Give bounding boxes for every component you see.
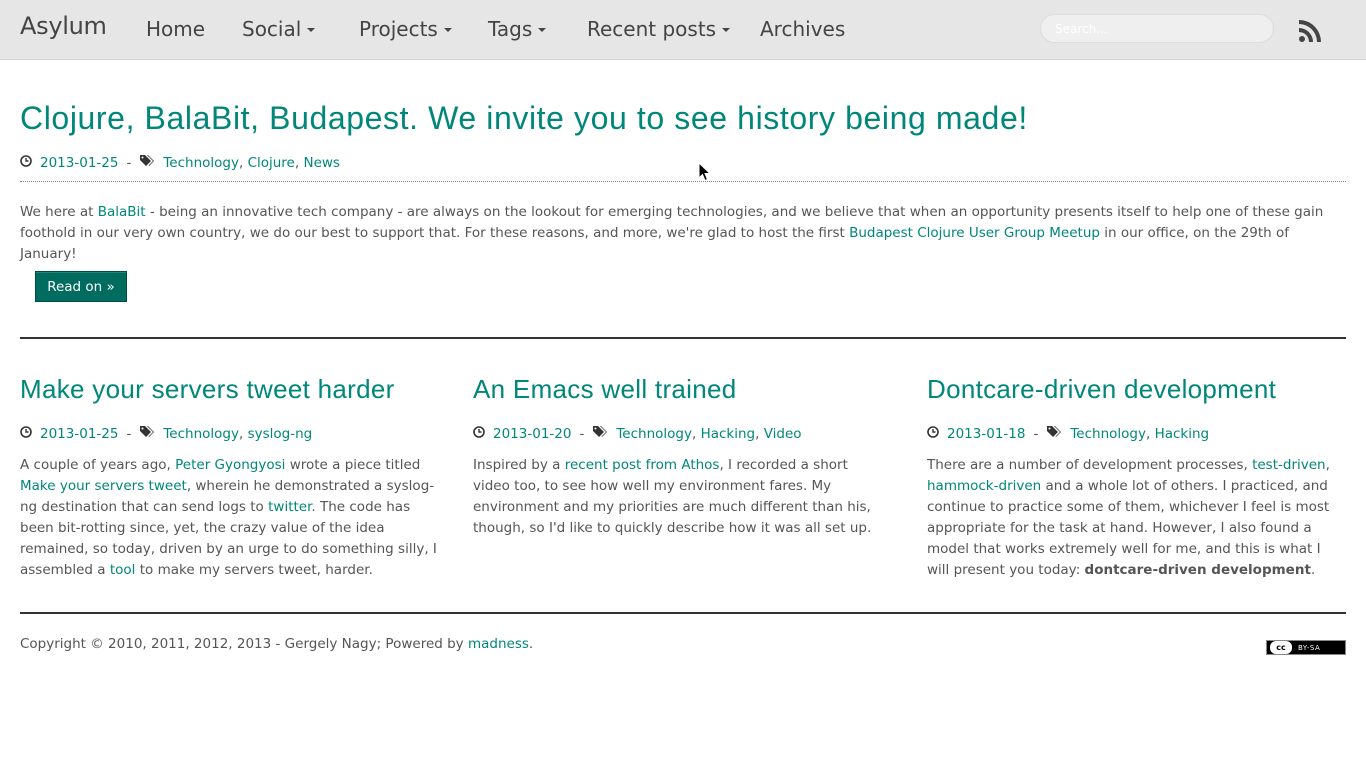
clock-icon [20, 425, 32, 442]
nav-social[interactable]: Social [242, 17, 316, 41]
clock-icon [927, 425, 939, 442]
post-meta: 2013-01-20 - Technology, Hacking, Video [473, 425, 802, 442]
nav-tags[interactable]: Tags [488, 17, 547, 41]
featured-post-meta: 2013-01-25 - Technology, Clojure, News [20, 154, 340, 171]
test-driven-link[interactable]: test-driven [1252, 457, 1326, 473]
brand-link[interactable]: Asylum [20, 12, 107, 40]
mouse-cursor-icon [698, 162, 712, 182]
footer-divider [20, 612, 1346, 614]
nav-recent-posts-label: Recent posts [587, 17, 717, 41]
rss-icon[interactable] [1298, 19, 1322, 43]
post-excerpt: A couple of years ago, Peter Gyongyosi w… [20, 457, 437, 578]
athos-post-link[interactable]: recent post from Athos [565, 457, 720, 473]
emphasis-text: dontcare-driven development [1084, 562, 1311, 578]
cc-license-text: BY-SA [1298, 643, 1321, 652]
tags-icon [139, 154, 155, 171]
post-date-link[interactable]: 2013-01-18 [947, 426, 1025, 442]
tags-icon [139, 425, 155, 442]
post-excerpt: There are a number of development proces… [927, 457, 1330, 578]
tag-link[interactable]: Clojure [248, 155, 295, 171]
post-excerpt: Inspired by a recent post from Athos, I … [473, 457, 872, 536]
tag-link[interactable]: Hacking [1155, 426, 1210, 442]
tags-icon [1046, 425, 1062, 442]
post-title[interactable]: An Emacs well trained [473, 374, 737, 405]
nav-tags-label: Tags [488, 17, 533, 41]
meta-divider [20, 181, 1346, 182]
section-divider [20, 337, 1346, 339]
post-date-link[interactable]: 2013-01-25 [40, 426, 118, 442]
hammock-driven-link[interactable]: hammock-driven [927, 478, 1041, 494]
nav-projects[interactable]: Projects [359, 17, 452, 41]
tag-link[interactable]: News [303, 155, 339, 171]
top-navbar: Asylum Home Social Projects Tags Recent … [0, 0, 1366, 60]
nav-home[interactable]: Home [146, 17, 205, 41]
caret-down-icon [722, 27, 731, 32]
tags-icon [592, 425, 608, 442]
nav-recent-posts[interactable]: Recent posts [587, 17, 731, 41]
meta-separator: - [126, 154, 132, 171]
tag-link[interactable]: Technology [616, 426, 692, 442]
post-date-link[interactable]: 2013-01-20 [493, 426, 571, 442]
tag-link[interactable]: syslog-ng [248, 426, 313, 442]
clock-icon [473, 425, 485, 442]
search-input[interactable] [1040, 14, 1274, 43]
caret-down-icon [307, 27, 316, 32]
tag-link[interactable]: Technology [163, 155, 239, 171]
featured-post-excerpt: We here at BalaBit - being an innovative… [20, 204, 1324, 262]
read-on-button[interactable]: Read on » [35, 271, 127, 302]
madness-link[interactable]: madness [468, 636, 529, 652]
post-meta: 2013-01-18 - Technology, Hacking [927, 425, 1209, 442]
caret-down-icon [538, 27, 547, 32]
cc-license-badge[interactable]: cc BY-SA [1266, 640, 1346, 655]
tag-link[interactable]: Technology [1070, 426, 1146, 442]
nav-social-label: Social [242, 17, 302, 41]
tag-link[interactable]: Technology [163, 426, 239, 442]
caret-down-icon [443, 27, 452, 32]
author-link[interactable]: Peter Gyongyosi [175, 457, 285, 473]
copyright-text: Copyright © 2010, 2011, 2012, 2013 - Ger… [20, 636, 534, 652]
post-date-link[interactable]: 2013-01-25 [40, 155, 118, 171]
article-link[interactable]: Make your servers tweet [20, 478, 187, 494]
tag-link[interactable]: Hacking [701, 426, 756, 442]
tag-link[interactable]: Video [764, 426, 802, 442]
cc-icon: cc [1270, 641, 1292, 654]
twitter-link[interactable]: twitter [268, 499, 311, 515]
balabit-link[interactable]: BalaBit [98, 204, 146, 220]
nav-archives-label: Archives [760, 17, 846, 41]
meetup-link[interactable]: Budapest Clojure User Group Meetup [849, 225, 1100, 241]
clock-icon [20, 154, 32, 171]
nav-home-label: Home [146, 17, 206, 41]
featured-post-title[interactable]: Clojure, BalaBit, Budapest. We invite yo… [20, 100, 1028, 137]
nav-archives[interactable]: Archives [760, 17, 845, 41]
tool-link[interactable]: tool [110, 562, 136, 578]
post-meta: 2013-01-25 - Technology, syslog-ng [20, 425, 312, 442]
post-title[interactable]: Make your servers tweet harder [20, 374, 395, 405]
nav-projects-label: Projects [359, 17, 438, 41]
post-title[interactable]: Dontcare-driven development [927, 374, 1276, 405]
